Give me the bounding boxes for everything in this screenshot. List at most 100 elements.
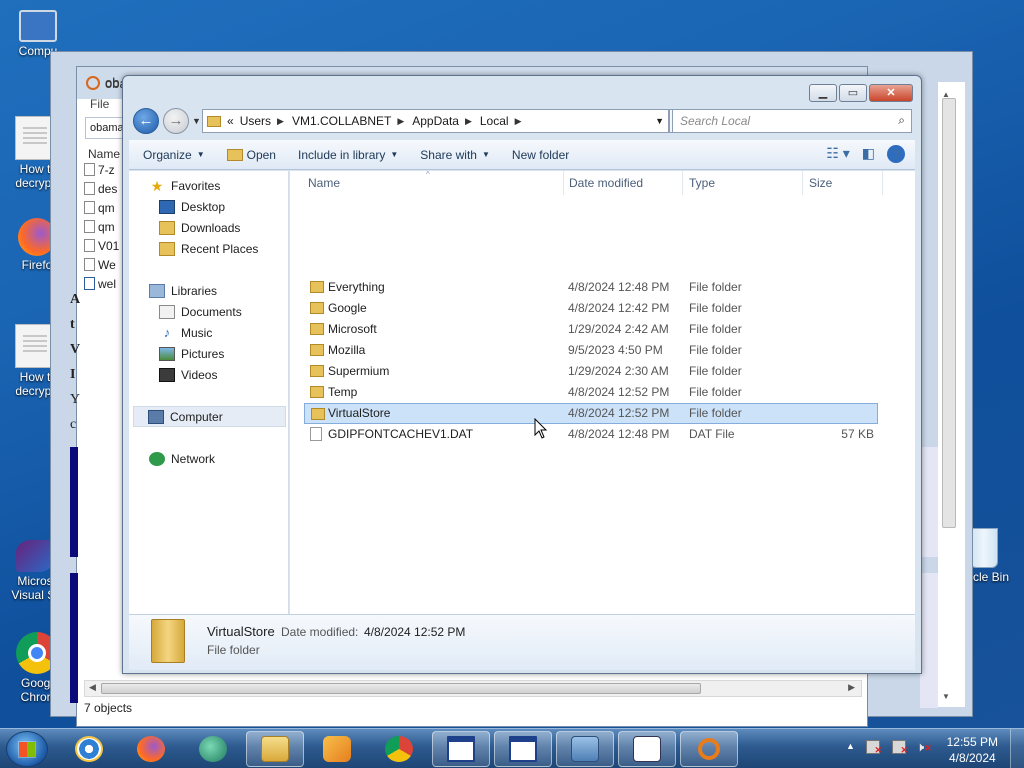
nav-libraries[interactable]: Libraries bbox=[149, 284, 217, 298]
breadcrumb-appdata[interactable]: AppData bbox=[412, 114, 459, 128]
breadcrumb-users[interactable]: Users bbox=[240, 114, 271, 128]
column-header-date[interactable]: Date modified bbox=[563, 171, 683, 195]
nav-music[interactable]: ♪ Music bbox=[159, 325, 213, 341]
taskbar-media-player[interactable] bbox=[308, 731, 366, 767]
minimize-button[interactable]: ▁ bbox=[809, 84, 837, 102]
taskbar-internet-explorer[interactable] bbox=[60, 731, 118, 767]
nav-videos[interactable]: Videos bbox=[159, 368, 217, 382]
table-row[interactable]: Everything 4/8/2024 12:48 PM File folder bbox=[304, 277, 878, 298]
background-banner bbox=[70, 447, 78, 557]
breadcrumb-chevron-icon[interactable]: ▶ bbox=[397, 116, 404, 127]
breadcrumb-overflow[interactable]: « bbox=[227, 114, 234, 128]
folder-icon bbox=[310, 302, 324, 314]
search-input[interactable]: Search Local ⌕ bbox=[672, 109, 912, 133]
breadcrumb-chevron-icon[interactable]: ▶ bbox=[277, 116, 284, 127]
start-button[interactable] bbox=[6, 731, 48, 767]
taskbar-installer[interactable] bbox=[556, 731, 614, 767]
taskbar-firefox[interactable] bbox=[122, 731, 180, 767]
taskbar-app[interactable] bbox=[184, 731, 242, 767]
taskbar-chrome[interactable] bbox=[370, 731, 428, 767]
forward-button[interactable]: → bbox=[163, 108, 189, 134]
list-item[interactable]: 7-z bbox=[84, 163, 124, 182]
close-button[interactable]: ✕ bbox=[869, 84, 913, 102]
column-header-name[interactable]: Name bbox=[88, 147, 120, 161]
table-row[interactable]: Temp 4/8/2024 12:52 PM File folder bbox=[304, 382, 878, 403]
system-clock[interactable]: 12:55 PM 4/8/2024 bbox=[947, 734, 998, 766]
media-player-icon bbox=[323, 736, 351, 762]
address-dropdown-icon[interactable]: ▼ bbox=[655, 116, 664, 126]
file-list[interactable]: Name ^ Date modified Type Size Everything… bbox=[290, 170, 915, 614]
open-button[interactable]: Open bbox=[226, 148, 276, 162]
column-header-size[interactable]: Size bbox=[803, 171, 883, 195]
list-item[interactable]: qm bbox=[84, 220, 124, 239]
background-banner bbox=[70, 573, 78, 703]
table-row[interactable]: Microsoft 1/29/2024 2:42 AM File folder bbox=[304, 319, 878, 340]
table-row[interactable]: GDIPFONTCACHEV1.DAT 4/8/2024 12:48 PM DAT … bbox=[304, 424, 878, 445]
horizontal-scrollbar[interactable]: ◀ ▶ bbox=[84, 680, 862, 697]
preview-pane-icon[interactable]: ◧ bbox=[862, 145, 875, 163]
network-status-icon[interactable]: ✕ bbox=[892, 740, 908, 755]
nav-pictures[interactable]: Pictures bbox=[159, 347, 224, 361]
nav-computer[interactable]: Computer bbox=[133, 406, 286, 427]
taskbar-explorer[interactable] bbox=[246, 731, 304, 767]
taskbar-notepad[interactable] bbox=[618, 731, 676, 767]
taskbar-search-app[interactable] bbox=[680, 731, 738, 767]
details-date: 4/8/2024 12:52 PM bbox=[364, 625, 466, 639]
table-row-selected[interactable]: VirtualStore 4/8/2024 12:52 PM File folder bbox=[304, 403, 878, 424]
show-desktop-button[interactable] bbox=[1010, 729, 1024, 768]
recent-pages-dropdown-icon[interactable]: ▼ bbox=[192, 116, 201, 126]
list-item[interactable]: wel bbox=[84, 277, 124, 296]
network-icon bbox=[149, 452, 165, 466]
column-header-name[interactable]: Name ^ bbox=[302, 170, 564, 195]
table-row[interactable]: Supermium 1/29/2024 2:30 AM File folder bbox=[304, 361, 878, 382]
table-row[interactable]: Mozilla 9/5/2023 4:50 PM File folder bbox=[304, 340, 878, 361]
breadcrumb-local[interactable]: Local bbox=[480, 114, 509, 128]
back-button[interactable]: ← bbox=[133, 108, 159, 134]
folder-icon bbox=[310, 344, 324, 356]
file-icon bbox=[310, 427, 322, 441]
nav-recent-places[interactable]: Recent Places bbox=[159, 242, 258, 256]
volume-muted-icon[interactable]: 🕨✕ bbox=[916, 739, 932, 755]
maximize-button[interactable]: ▭ bbox=[839, 84, 867, 102]
help-icon[interactable]: ? bbox=[887, 145, 905, 163]
table-row[interactable]: Google 4/8/2024 12:42 PM File folder bbox=[304, 298, 878, 319]
breadcrumb-user-folder[interactable]: VM1.COLLABNET bbox=[292, 114, 391, 128]
new-folder-button[interactable]: New folder bbox=[512, 148, 569, 162]
magnifier-icon bbox=[698, 738, 720, 760]
desktop-icon bbox=[159, 200, 175, 214]
navigation-pane[interactable]: ★ Favorites Desktop Downloads Recent Plac… bbox=[129, 171, 289, 614]
taskbar-window-2[interactable] bbox=[494, 731, 552, 767]
chrome-icon bbox=[385, 736, 413, 762]
action-center-icon[interactable]: ✕ bbox=[866, 740, 882, 755]
taskbar-window-1[interactable] bbox=[432, 731, 490, 767]
background-address-field[interactable]: obama bbox=[85, 117, 125, 139]
nav-desktop[interactable]: Desktop bbox=[159, 200, 225, 214]
background-panel bbox=[920, 447, 938, 557]
nav-downloads[interactable]: Downloads bbox=[159, 221, 240, 235]
nav-favorites[interactable]: ★ Favorites bbox=[149, 179, 221, 193]
folder-icon bbox=[207, 115, 221, 127]
chevron-down-icon: ▼ bbox=[390, 150, 399, 159]
include-in-library-button[interactable]: Include in library ▼ bbox=[298, 148, 398, 162]
search-icon[interactable]: ⌕ bbox=[898, 113, 905, 128]
nav-documents[interactable]: Documents bbox=[159, 305, 242, 319]
share-with-button[interactable]: Share with ▼ bbox=[420, 148, 490, 162]
organize-button[interactable]: Organize ▼ bbox=[143, 148, 205, 162]
breadcrumb-chevron-icon[interactable]: ▶ bbox=[515, 116, 522, 127]
view-options-icon[interactable]: ☷ ▾ bbox=[826, 145, 849, 163]
address-bar[interactable]: « Users ▶ VM1.COLLABNET ▶ AppData ▶ Loca… bbox=[202, 109, 669, 133]
breadcrumb-chevron-icon[interactable]: ▶ bbox=[465, 116, 472, 127]
column-header-type[interactable]: Type bbox=[683, 171, 803, 195]
list-item[interactable]: qm bbox=[84, 201, 124, 220]
list-item[interactable]: We bbox=[84, 258, 124, 277]
list-item[interactable]: des bbox=[84, 182, 124, 201]
document-icon bbox=[15, 324, 55, 368]
music-icon: ♪ bbox=[163, 325, 171, 340]
menu-file[interactable]: File bbox=[90, 97, 109, 111]
nav-network[interactable]: Network bbox=[149, 452, 215, 466]
scrollbar-thumb[interactable] bbox=[101, 683, 701, 694]
explorer-window[interactable]: ▁ ▭ ✕ ← → ▼ « Users ▶ VM1.COLLABNET ▶ Ap… bbox=[122, 75, 922, 674]
list-item[interactable]: V01 bbox=[84, 239, 124, 258]
background-window-scrollbar[interactable]: ▲ ▼ bbox=[937, 82, 965, 707]
show-hidden-icons-icon[interactable]: ▲ bbox=[846, 741, 855, 751]
